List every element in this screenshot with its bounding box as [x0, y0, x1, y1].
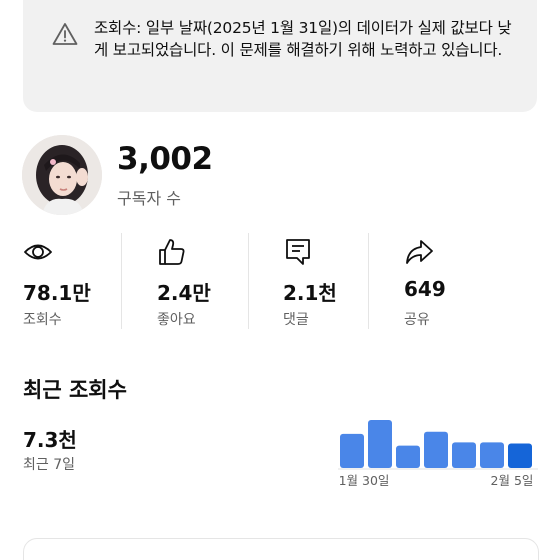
recent-views-title: 최근 조회수: [23, 378, 127, 402]
stat-views[interactable]: 78.1만 조회수: [23, 233, 115, 329]
stat-comments[interactable]: 2.1천 댓글: [283, 233, 363, 329]
next-card: [23, 538, 539, 560]
chart-bar[interactable]: [424, 431, 448, 468]
warning-icon: [52, 23, 78, 45]
chart-bar[interactable]: [396, 445, 420, 468]
chart-bar[interactable]: [368, 420, 392, 468]
chart-bar[interactable]: [340, 433, 364, 468]
comment-icon: [286, 239, 310, 265]
recent-views-value: 7.3천: [23, 428, 77, 452]
analytics-page: 조회수: 일부 날짜(2025년 1월 31일)의 데이터가 실제 값보다 낮게…: [0, 0, 560, 560]
stat-shares[interactable]: 649 공유: [404, 233, 484, 329]
recent-views-period: 최근 7일: [23, 457, 75, 473]
stat-views-value: 78.1만: [23, 281, 91, 305]
stat-divider: [121, 233, 122, 329]
chart-tick-label: 2월 5일: [491, 473, 534, 488]
stat-shares-value: 649: [404, 277, 446, 301]
subscriber-label: 구독자 수: [117, 189, 181, 208]
warning-text: 조회수: 일부 날짜(2025년 1월 31일)의 데이터가 실제 값보다 낮게…: [94, 19, 512, 59]
stat-divider: [368, 233, 369, 329]
stat-comments-label: 댓글: [283, 312, 309, 328]
stat-shares-label: 공유: [404, 312, 430, 328]
stat-likes-value: 2.4만: [157, 281, 211, 305]
chart-bar[interactable]: [452, 442, 476, 468]
avatar-image: [22, 135, 102, 215]
chart-tick-label: 1월 30일: [339, 473, 390, 488]
chart-bar[interactable]: [480, 442, 504, 468]
recent-views-chart[interactable]: 1월 30일 2월 5일: [336, 408, 540, 498]
subscriber-count: 3,002: [117, 141, 213, 177]
thumbs-up-icon: [159, 239, 185, 265]
stat-divider: [248, 233, 249, 329]
chart-bar[interactable]: [508, 443, 532, 468]
stat-likes[interactable]: 2.4만 좋아요: [157, 233, 249, 329]
channel-avatar[interactable]: [22, 135, 102, 215]
stat-comments-value: 2.1천: [283, 281, 337, 305]
eye-icon: [24, 244, 52, 260]
share-icon: [406, 240, 433, 264]
stat-likes-label: 좋아요: [157, 312, 196, 328]
stat-views-label: 조회수: [23, 312, 62, 328]
